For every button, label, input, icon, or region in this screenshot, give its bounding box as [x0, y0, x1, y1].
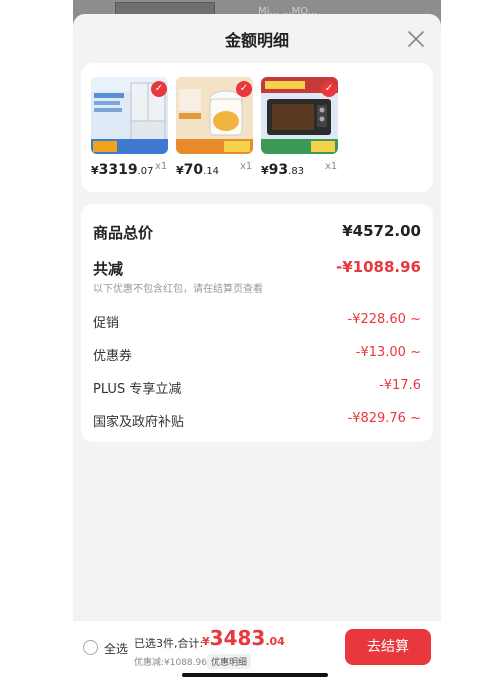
discount-value: -¥228.60 ~	[347, 312, 422, 327]
product-item[interactable]: ✓ ¥3319.07 x1	[81, 77, 168, 187]
chevron-down-icon: ~	[410, 345, 421, 360]
checkout-bar: 全选 已选3件,合计: ¥3483.04 优惠减:¥1088.96 优惠明细 去…	[73, 620, 441, 680]
select-all-label[interactable]: 全选	[104, 640, 128, 657]
checkout-button[interactable]: 去结算	[345, 629, 431, 665]
discount-label: 优惠券	[93, 349, 133, 364]
selected-check-icon: ✓	[236, 81, 252, 97]
reduce-label: 共减	[93, 260, 124, 278]
product-price: ¥93.83	[261, 162, 305, 178]
product-item[interactable]: ✓ ¥70.14 x1	[166, 77, 253, 187]
selected-check-icon: ✓	[321, 81, 337, 97]
discount-label: PLUS 专享立减	[93, 382, 182, 397]
total-amount: ¥3483.04	[202, 626, 285, 650]
reduce-note: 以下优惠不包含红包，请在结算页查看	[93, 284, 263, 295]
home-indicator	[182, 673, 328, 677]
close-icon[interactable]	[405, 28, 427, 50]
amount-detail-sheet: 金额明细 ✓ ¥3319.07 x1 ✓ ¥70.14 x1 ✓ ¥93.83 …	[73, 14, 441, 680]
total-label: 商品总价	[93, 224, 154, 242]
discount-value: -¥13.00 ~	[355, 345, 421, 360]
discount-summary: 优惠减:¥1088.96	[134, 658, 207, 668]
sheet-title: 金额明细	[224, 31, 289, 50]
reduce-value: -¥1088.96	[336, 258, 421, 276]
phone-screen: Mi... ...MO... 金额明细 ✓ ¥3319.07 x1 ✓ ¥70.…	[73, 0, 441, 680]
product-quantity: x1	[325, 161, 338, 172]
discount-label: 促销	[93, 316, 120, 331]
discount-value: -¥829.76 ~	[347, 411, 422, 426]
discount-label: 国家及政府补贴	[93, 415, 185, 430]
price-summary-card: 商品总价 ¥4572.00 共减 -¥1088.96 以下优惠不包含红包，请在结…	[81, 204, 433, 442]
selected-check-icon: ✓	[151, 81, 167, 97]
select-all-radio[interactable]	[83, 640, 98, 655]
selected-info: 已选3件,合计:	[134, 637, 204, 650]
product-price: ¥3319.07	[91, 162, 154, 178]
product-item[interactable]: ✓ ¥93.83 x1	[251, 77, 338, 187]
chevron-down-icon: ~	[410, 312, 421, 327]
discount-value: -¥17.6	[379, 378, 421, 393]
product-price: ¥70.14	[176, 162, 220, 178]
discount-detail-tag[interactable]: 优惠明细	[207, 654, 252, 669]
total-value: ¥4572.00	[342, 222, 421, 240]
product-list-card: ✓ ¥3319.07 x1 ✓ ¥70.14 x1 ✓ ¥93.83 x1	[81, 63, 433, 192]
chevron-down-icon: ~	[410, 411, 421, 426]
